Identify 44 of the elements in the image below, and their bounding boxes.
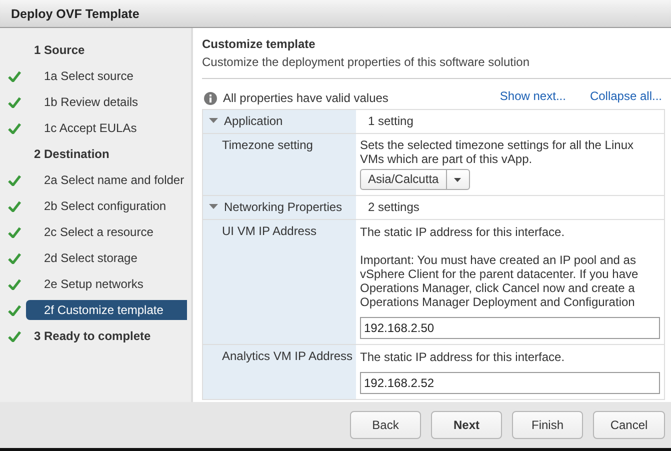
wizard-step[interactable]: 2a Select name and folder xyxy=(26,170,184,190)
wizard-section[interactable]: 3 Ready to complete xyxy=(26,326,151,346)
property-description: The static IP address for this interface. xyxy=(360,350,566,364)
ip-address-field[interactable]: 192.168.2.52 xyxy=(360,372,660,394)
page-title: Customize template xyxy=(202,37,316,51)
wizard-step[interactable]: 2d Select storage xyxy=(26,248,138,268)
wizard-step[interactable]: 1c Accept EULAs xyxy=(26,118,137,138)
page-subtitle: Customize the deployment properties of this software solution xyxy=(202,55,530,69)
setting-count: 1 setting xyxy=(368,114,414,128)
collapse-icon[interactable] xyxy=(209,118,218,124)
button[interactable]: Finish xyxy=(512,411,583,439)
group-label: Application xyxy=(224,114,283,128)
wizard-step[interactable]: 1b Review details xyxy=(26,92,138,112)
property-label: UI VM IP Address xyxy=(221,224,316,238)
info-icon xyxy=(204,92,217,104)
wizard-step[interactable]: 2b Select configuration xyxy=(26,196,166,216)
group-label: Networking Properties xyxy=(224,200,342,214)
wizard-step[interactable]: 2f Customize template xyxy=(26,300,187,320)
wizard-section[interactable]: 2 Destination xyxy=(26,144,110,164)
status-message: All properties have valid values xyxy=(223,91,388,105)
ip-address-field[interactable]: 192.168.2.50 xyxy=(360,317,660,339)
button[interactable]: Cancel xyxy=(593,411,665,439)
collapse-icon[interactable] xyxy=(209,204,218,210)
property-description: Sets the selected timezone settings for all the Linux xyxy=(360,138,634,152)
wizard-step[interactable]: 1a Select source xyxy=(26,66,134,86)
wizard-step[interactable]: 2e Setup networks xyxy=(26,274,144,294)
button[interactable]: Back xyxy=(350,411,421,439)
wizard-step[interactable]: 2c Select a resource xyxy=(26,222,154,242)
link[interactable]: Show next... xyxy=(500,89,566,103)
property-note: Important: You must have created an IP pool and as xyxy=(360,253,637,267)
button[interactable]: Next xyxy=(431,411,502,439)
property-note: Operations Manager, click Cancel now and create a xyxy=(360,281,636,295)
property-label: Analytics VM IP Address xyxy=(221,349,352,363)
setting-count: 2 settings xyxy=(368,200,420,214)
timezone-dropdown[interactable]: Asia/Calcutta xyxy=(360,169,470,190)
link[interactable]: Collapse all... xyxy=(590,89,662,103)
caret-icon xyxy=(454,178,462,182)
property-note: vSphere Client for the parent datacenter. If you have xyxy=(360,267,640,281)
property-label: Timezone setting xyxy=(221,138,313,152)
wizard-section[interactable]: 1 Source xyxy=(26,40,85,60)
property-note: Operations Manager Deployment and Configuration xyxy=(360,295,636,309)
property-description: The static IP address for this interface. xyxy=(360,225,566,239)
property-description: VMs which are part of this vApp. xyxy=(360,152,534,166)
window-title: Deploy OVF Template xyxy=(11,6,140,20)
